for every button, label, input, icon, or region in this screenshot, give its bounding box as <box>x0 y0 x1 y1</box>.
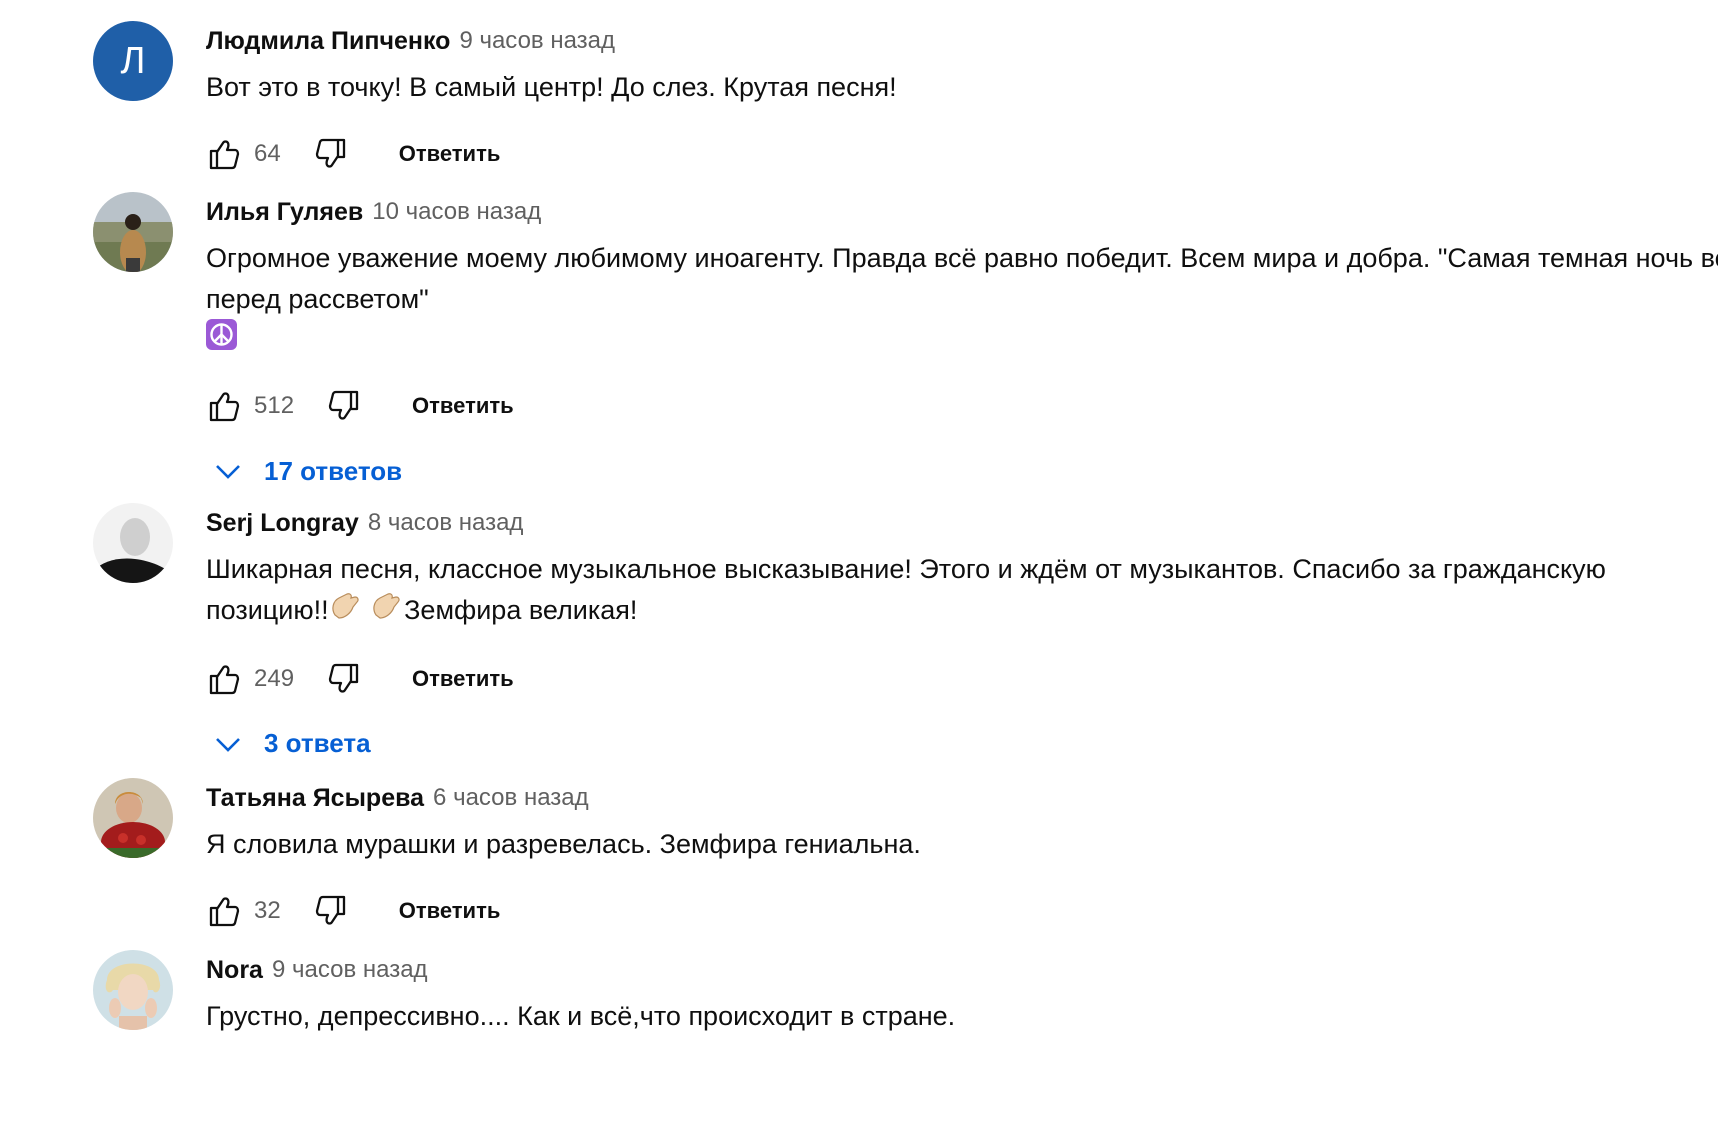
thumb-down-icon <box>315 138 345 168</box>
like-button[interactable] <box>198 129 248 179</box>
comment-text-line: Вот это в точку! В самый центр! До слез.… <box>206 72 897 102</box>
thumb-up-icon <box>209 140 240 170</box>
replies-count: 3 ответа <box>264 728 371 759</box>
comment-text-line: Шикарная песня, классное музыкальное выс… <box>206 554 1606 584</box>
like-count: 512 <box>254 392 295 419</box>
like-count: 249 <box>254 664 295 692</box>
peace-symbol-emoji <box>206 318 237 362</box>
thumb-up-icon <box>209 392 240 422</box>
comment-author[interactable]: Serj Longray <box>206 509 359 538</box>
comment-time[interactable]: 8 часов назад <box>368 509 524 537</box>
like-button[interactable] <box>198 886 248 936</box>
comment-author[interactable]: Nora <box>206 956 263 985</box>
thumb-up-icon <box>209 665 240 695</box>
comment-author[interactable]: Илья Гуляев <box>206 198 363 227</box>
comment-text: Огромное уважение моему любимому иноаген… <box>206 238 1718 360</box>
chevron-down-icon <box>215 464 241 479</box>
comment-text-line: Я словила мурашки и разревелась. Земфира… <box>206 829 921 859</box>
comment-author[interactable]: Татьяна Ясырева <box>206 784 424 813</box>
comments-list: Л Людмила Пипченко 9 часов назад Вот это… <box>0 0 1718 1148</box>
comment-text: Вот это в точку! В самый центр! До слез.… <box>206 67 1718 108</box>
comment-text-line: Огромное уважение моему любимому иноаген… <box>206 243 1718 314</box>
comment-time[interactable]: 6 часов назад <box>433 784 589 812</box>
replies-count: 17 ответов <box>264 455 403 486</box>
comment-time[interactable]: 10 часов назад <box>372 198 541 226</box>
comment-text: Грустно, депрессивно.... Как и всё,что п… <box>206 996 1718 1037</box>
clapping-hands-emoji <box>370 591 404 633</box>
thumb-down-icon <box>328 390 359 420</box>
dislike-button[interactable] <box>307 129 357 179</box>
reply-button[interactable]: Ответить <box>393 131 507 177</box>
avatar-letter: Л <box>120 39 146 82</box>
like-button[interactable] <box>198 381 248 431</box>
comment-actions: 512 Ответить <box>198 378 1713 434</box>
like-count: 32 <box>254 897 281 924</box>
comment-text-line: Грустно, депрессивно.... Как и всё,что п… <box>206 1001 956 1031</box>
comment-actions: 249 Ответить <box>198 651 1713 707</box>
comment-time[interactable]: 9 часов назад <box>272 956 428 984</box>
chevron-down-icon <box>215 737 241 752</box>
comment-text: Шикарная песня, классное музыкальное выс… <box>206 549 1718 633</box>
thumb-up-icon <box>209 897 240 927</box>
comment-actions: 64 Ответить <box>198 126 1713 182</box>
avatar[interactable] <box>93 192 173 272</box>
avatar-photo <box>93 778 173 858</box>
clapping-hands-emoji <box>329 591 363 633</box>
avatar[interactable]: Л <box>93 21 173 101</box>
thumb-down-icon <box>315 895 345 925</box>
comment-text-segment: позицию!! <box>206 595 329 625</box>
reply-button[interactable]: Ответить <box>393 888 507 934</box>
reply-button[interactable]: Ответить <box>406 656 520 702</box>
comment-text: Я словила мурашки и разревелась. Земфира… <box>206 824 1718 865</box>
avatar-photo <box>93 503 173 583</box>
dislike-button[interactable] <box>307 886 357 936</box>
like-count: 64 <box>254 140 281 167</box>
comment-actions: 32 Ответить <box>198 883 1713 939</box>
avatar-photo <box>93 192 173 272</box>
comment-author[interactable]: Людмила Пипченко <box>206 27 450 56</box>
view-replies-button[interactable]: 3 ответа <box>208 719 1713 769</box>
like-button[interactable] <box>198 654 248 704</box>
avatar-photo <box>93 950 173 1030</box>
thumb-down-icon <box>328 663 359 693</box>
view-replies-button[interactable]: 17 ответов <box>208 446 1713 496</box>
reply-button[interactable]: Ответить <box>406 383 520 429</box>
avatar[interactable] <box>93 950 173 1030</box>
avatar[interactable] <box>93 503 173 583</box>
comment-time[interactable]: 9 часов назад <box>459 27 615 55</box>
comment-text-segment: Земфира великая! <box>404 595 638 625</box>
avatar[interactable] <box>93 778 173 858</box>
dislike-button[interactable] <box>320 654 370 704</box>
dislike-button[interactable] <box>320 381 370 431</box>
